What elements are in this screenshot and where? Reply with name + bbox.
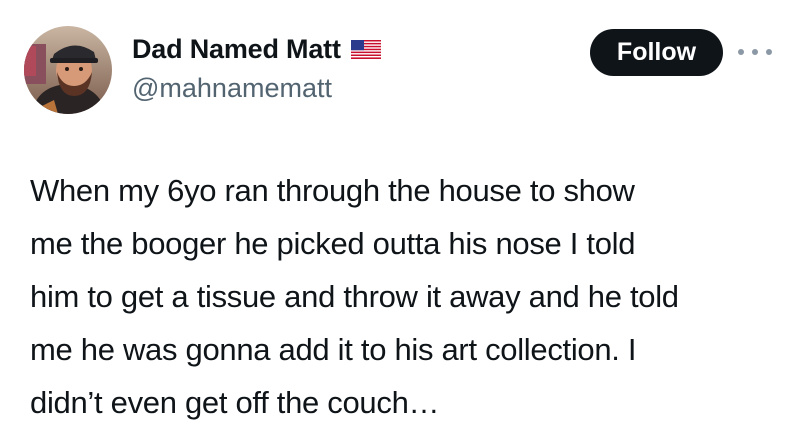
- author-name-row: Dad Named Matt: [132, 33, 381, 65]
- profile-photo: [24, 26, 112, 114]
- us-flag-icon: [350, 39, 381, 59]
- dot: [738, 49, 744, 55]
- tweet-text-line: him to get a tissue and throw it away an…: [30, 279, 679, 314]
- tweet-text-line: me the booger he picked outta his nose I…: [30, 226, 636, 261]
- display-name[interactable]: Dad Named Matt: [132, 33, 341, 65]
- tweet-text-line: When my 6yo ran through the house to sho…: [30, 173, 635, 208]
- dot: [752, 49, 758, 55]
- user-handle[interactable]: @mahnamematt: [132, 72, 332, 104]
- tweet-text: When my 6yo ran through the house to sho…: [30, 164, 792, 429]
- tweet-text-line: me he was gonna add it to his art collec…: [30, 332, 637, 367]
- follow-button[interactable]: Follow: [590, 29, 723, 76]
- tweet-text-line: didn’t even get off the couch…: [30, 385, 440, 420]
- more-options-icon[interactable]: [738, 44, 772, 60]
- dot: [766, 49, 772, 55]
- avatar[interactable]: [24, 26, 112, 114]
